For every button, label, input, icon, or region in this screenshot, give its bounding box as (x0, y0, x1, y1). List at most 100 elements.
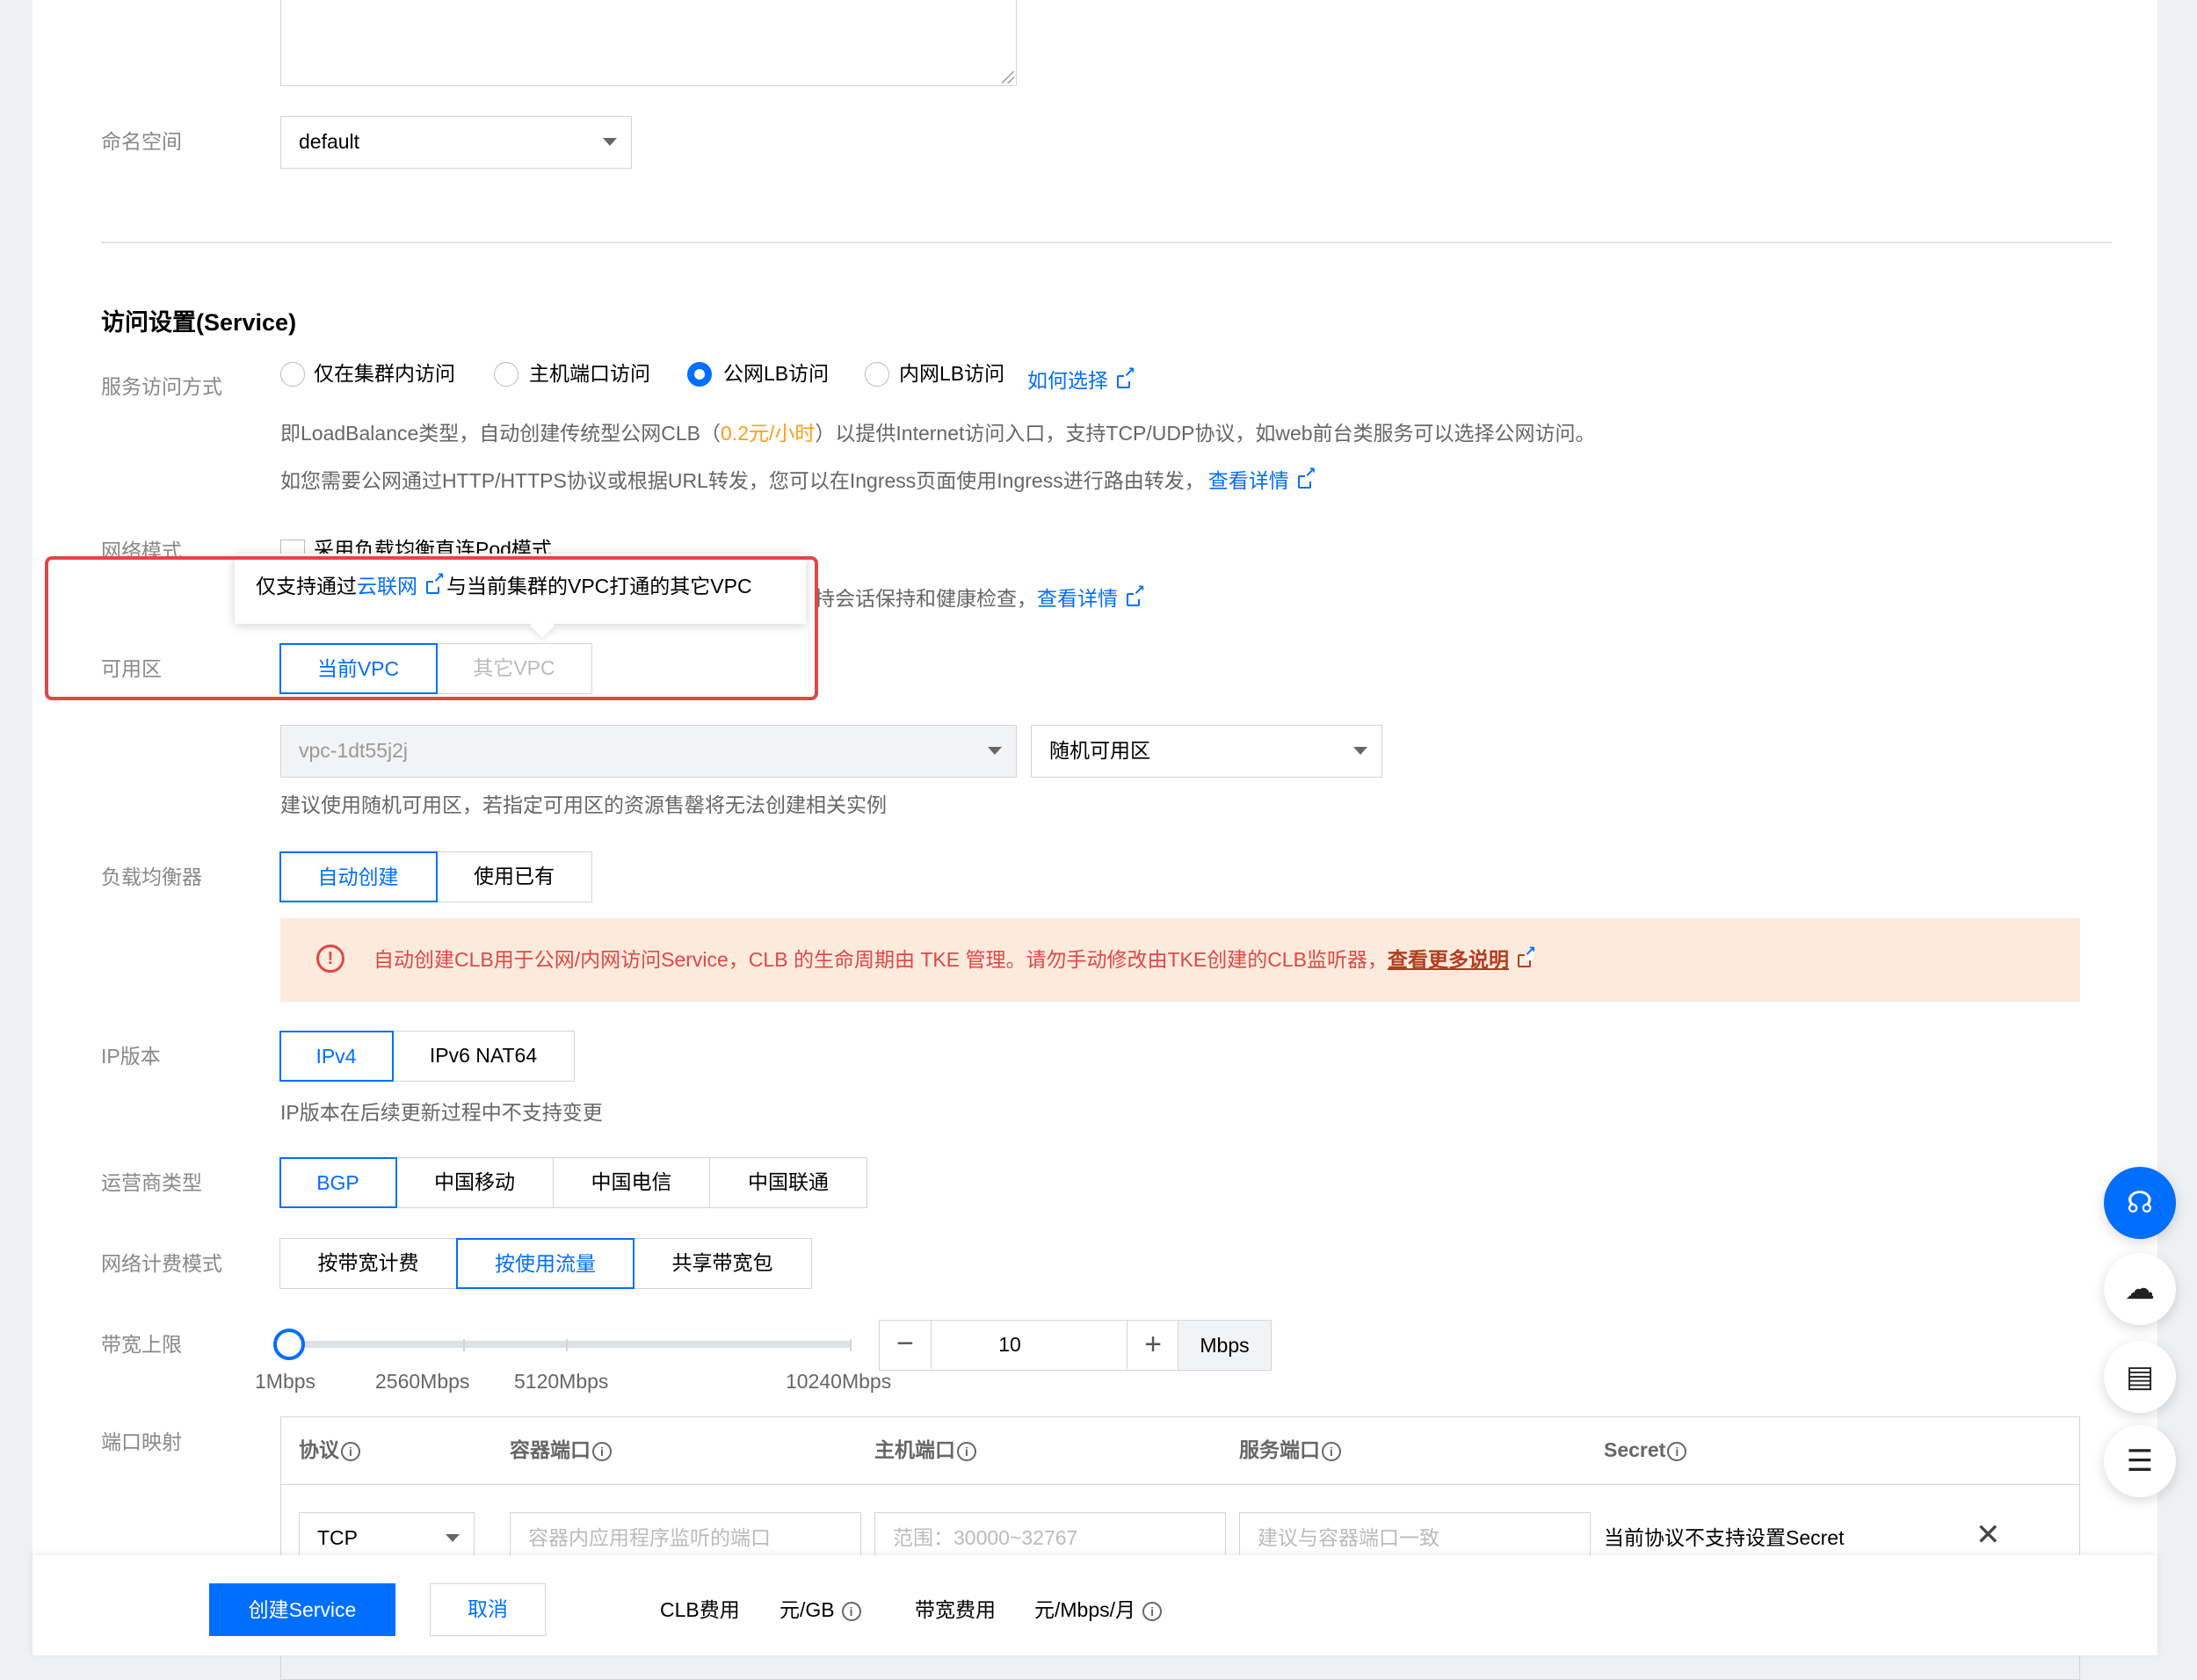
warning-icon: ! (316, 945, 344, 973)
desc2-text: 如您需要公网通过HTTP/HTTPS协议或根据URL转发，您可以在Ingress… (280, 469, 1205, 492)
header-host-port-text: 主机端口 (874, 1438, 955, 1461)
tab-china-unicom[interactable]: 中国联通 (709, 1157, 867, 1208)
desc2-details-link[interactable]: 查看详情 (1208, 469, 1289, 492)
external-link-icon (1117, 366, 1135, 389)
vpc-select[interactable]: vpc-1dt55j2j (280, 725, 1017, 778)
tick-label-1: 1Mbps (255, 1370, 316, 1393)
tab-by-traffic[interactable]: 按使用流量 (456, 1238, 634, 1289)
billing-label: 网络计费模式 (101, 1252, 222, 1275)
bandwidth-slider-handle[interactable] (273, 1329, 305, 1360)
info-icon[interactable]: i (1322, 1441, 1341, 1461)
external-link-icon (1517, 945, 1536, 968)
slider-tick (850, 1339, 852, 1351)
desc1-text-b: ）以提供Internet访问入口，支持TCP/UDP协议，如web前台类服务可以… (815, 422, 1596, 445)
tab-china-mobile[interactable]: 中国移动 (395, 1157, 554, 1208)
bandwidth-value-input[interactable]: 10 (931, 1331, 1089, 1358)
footer-bar: 创建Service 取消 CLB费用 元/GB i 带宽费用 元/Mbps/月 i (33, 1555, 2157, 1655)
how-to-choose-text: 如何选择 (1027, 369, 1108, 392)
warning-message: 自动创建CLB用于公网/内网访问Service，CLB 的生命周期由 TKE 管… (373, 948, 1388, 971)
header-host-port: 主机端口 i (874, 1437, 976, 1463)
clb-fee-unit-text: 元/GB (779, 1598, 835, 1621)
radio-private-lb-label[interactable]: 内网LB访问 (899, 360, 1004, 387)
clb-fee-label: CLB费用 (660, 1598, 740, 1621)
chevron-down-icon (988, 747, 1002, 755)
close-icon[interactable]: ✕ (1976, 1517, 2001, 1553)
protocol-value: TCP (317, 1526, 358, 1549)
bandwidth-fee-unit: 元/Mbps/月 i (1034, 1597, 1163, 1623)
namespace-label: 命名空间 (101, 130, 182, 153)
isp-label: 运营商类型 (101, 1171, 202, 1194)
bandwidth-fee-unit-text: 元/Mbps/月 (1034, 1598, 1136, 1621)
tab-use-existing[interactable]: 使用已有 (436, 851, 592, 902)
isp-tabs: BGP 中国移动 中国电信 中国联通 (279, 1157, 867, 1208)
radio-public-lb[interactable] (687, 362, 712, 387)
slider-tick (463, 1339, 465, 1351)
namespace-value: default (299, 130, 360, 153)
tab-ipv4[interactable]: IPv4 (279, 1031, 394, 1082)
decrement-button[interactable]: − (880, 1321, 932, 1369)
how-to-choose-link[interactable]: 如何选择 (1027, 366, 1135, 394)
tab-china-telecom[interactable]: 中国电信 (552, 1157, 711, 1208)
bandwidth-label: 带宽上限 (101, 1333, 182, 1356)
namespace-select[interactable]: default (280, 116, 632, 169)
header-service-port: 服务端口 i (1239, 1437, 1341, 1463)
description-textarea[interactable] (280, 0, 1017, 86)
support-headset-icon[interactable]: ☊ (2104, 1167, 2176, 1239)
radio-cluster-only-label[interactable]: 仅在集群内访问 (314, 360, 455, 387)
access-method-label: 服务访问方式 (101, 375, 222, 398)
zone-value: 随机可用区 (1049, 739, 1150, 762)
tab-ipv6[interactable]: IPv6 NAT64 (392, 1031, 575, 1082)
header-container-port: 容器端口 i (510, 1437, 612, 1463)
network-mode-hint-text: 持会话保持和健康检查， (815, 587, 1037, 610)
desc1-text-a: 即LoadBalance类型，自动创建传统型公网CLB（ (280, 422, 721, 445)
header-container-port-text: 容器端口 (510, 1438, 591, 1461)
radio-host-port[interactable] (494, 362, 518, 387)
tab-current-vpc[interactable]: 当前VPC (279, 643, 438, 694)
bandwidth-unit: Mbps (1178, 1320, 1272, 1371)
price-text: 0.2元/小时 (721, 422, 816, 445)
header-secret-text: Secret (1604, 1438, 1666, 1461)
resize-handle-icon[interactable] (1002, 71, 1014, 83)
chevron-down-icon (446, 1534, 460, 1542)
ip-version-tabs: IPv4 IPv6 NAT64 (279, 1031, 575, 1082)
network-mode-details-link[interactable]: 查看详情 (1037, 587, 1118, 610)
tab-bgp[interactable]: BGP (279, 1157, 397, 1208)
billing-tabs: 按带宽计费 按使用流量 共享带宽包 (279, 1238, 812, 1289)
bandwidth-slider-track[interactable] (289, 1341, 852, 1348)
divider (101, 242, 2112, 243)
header-secret: Secret i (1604, 1437, 1687, 1463)
book-icon[interactable]: ▤ (2104, 1341, 2176, 1413)
lb-warning: ! 自动创建CLB用于公网/内网访问Service，CLB 的生命周期由 TKE… (280, 918, 2080, 1002)
radio-private-lb[interactable] (865, 362, 889, 387)
info-icon[interactable]: i (1667, 1441, 1687, 1461)
info-icon[interactable]: i (841, 1601, 861, 1621)
warning-more-link[interactable]: 查看更多说明 (1388, 948, 1509, 971)
info-icon[interactable]: i (1142, 1601, 1163, 1621)
lb-label: 负载均衡器 (101, 865, 202, 888)
zone-select[interactable]: 随机可用区 (1031, 725, 1382, 778)
info-icon[interactable]: i (592, 1441, 612, 1461)
warning-text: 自动创建CLB用于公网/内网访问Service，CLB 的生命周期由 TKE 管… (373, 945, 1536, 973)
cancel-button[interactable]: 取消 (430, 1583, 546, 1636)
header-service-port-text: 服务端口 (1239, 1438, 1320, 1461)
create-service-button[interactable]: 创建Service (209, 1583, 395, 1636)
tab-by-bandwidth[interactable]: 按带宽计费 (279, 1238, 458, 1289)
radio-host-port-label[interactable]: 主机端口访问 (529, 360, 650, 387)
info-icon[interactable]: i (341, 1441, 360, 1461)
tick-label-2: 2560Mbps (375, 1370, 470, 1393)
zone-hint: 建议使用随机可用区，若指定可用区的资源售罄将无法创建相关实例 (280, 793, 887, 816)
tab-auto-create[interactable]: 自动创建 (279, 851, 438, 902)
vpc-value: vpc-1dt55j2j (299, 739, 409, 762)
ip-version-label: IP版本 (101, 1045, 161, 1068)
secret-note: 当前协议不支持设置Secret (1604, 1526, 1845, 1549)
tab-shared-bandwidth[interactable]: 共享带宽包 (633, 1238, 812, 1289)
info-icon[interactable]: i (957, 1441, 976, 1461)
increment-button[interactable]: + (1127, 1321, 1178, 1369)
external-link-icon (1127, 584, 1145, 607)
header-protocol: 协议 i (299, 1437, 360, 1463)
radio-cluster-only[interactable] (280, 362, 305, 387)
bandwidth-stepper: − 10 + (879, 1320, 1179, 1371)
radio-public-lb-label[interactable]: 公网LB访问 (723, 360, 829, 387)
list-menu-icon[interactable]: ☰ (2104, 1425, 2176, 1497)
cloud-icon[interactable]: ☁ (2104, 1253, 2176, 1325)
